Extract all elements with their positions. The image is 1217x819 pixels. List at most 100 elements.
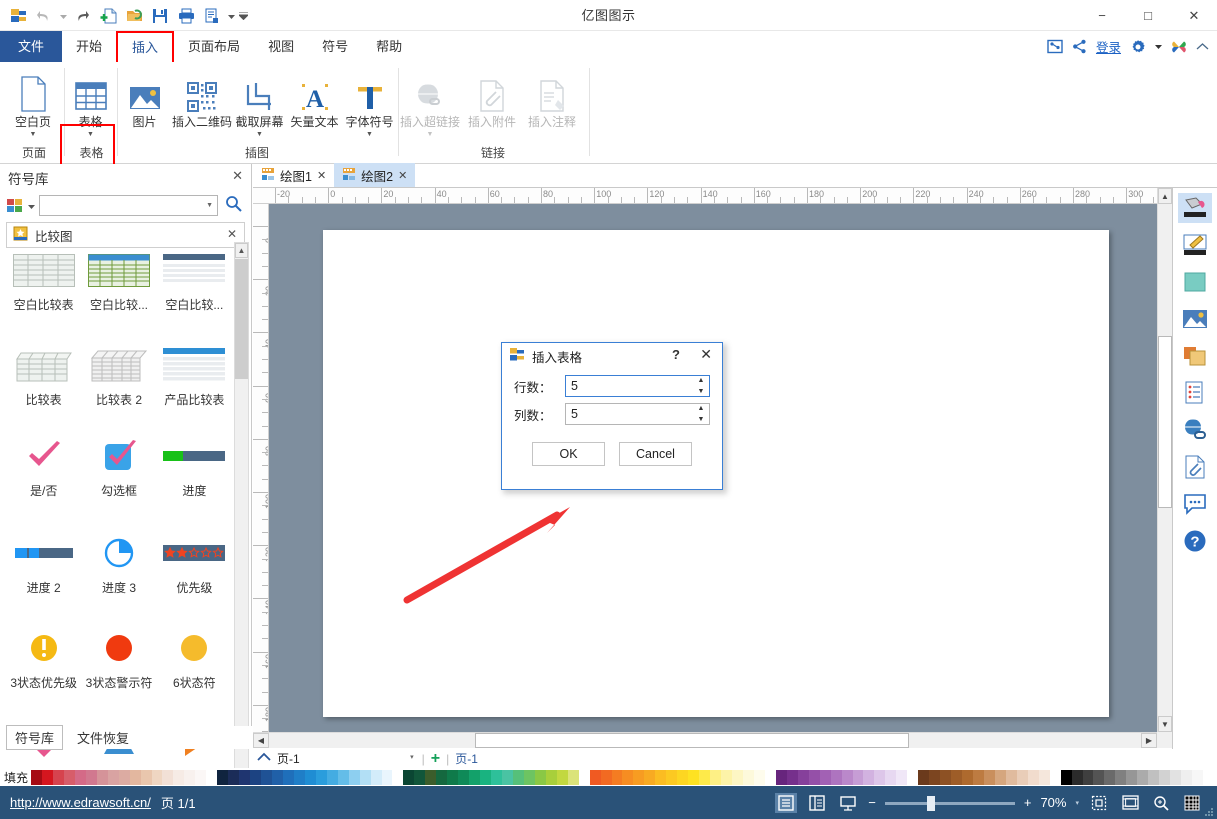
color-swatch[interactable] bbox=[392, 769, 404, 785]
library-category-icon[interactable] bbox=[6, 197, 24, 213]
dialog-close-icon[interactable]: ✕ bbox=[700, 346, 712, 363]
color-swatch[interactable] bbox=[721, 769, 733, 785]
fill-format-icon[interactable] bbox=[1178, 193, 1212, 223]
customize-qat-icon[interactable] bbox=[238, 5, 248, 28]
color-swatch[interactable] bbox=[359, 769, 371, 785]
color-swatch[interactable] bbox=[1181, 769, 1193, 785]
maximize-button[interactable]: □ bbox=[1125, 0, 1171, 31]
canvas-scroll-up-icon[interactable]: ▲ bbox=[1158, 188, 1172, 204]
canvas-vertical-scrollbar[interactable]: ▲ ▼ bbox=[1157, 188, 1172, 732]
color-swatch[interactable] bbox=[282, 769, 294, 785]
color-swatch[interactable] bbox=[74, 769, 86, 785]
shape-item[interactable]: 进度 3 bbox=[81, 527, 156, 596]
picture-panel-icon[interactable] bbox=[1178, 304, 1212, 334]
color-swatch[interactable] bbox=[447, 769, 459, 785]
color-swatch[interactable] bbox=[304, 769, 316, 785]
color-swatch[interactable] bbox=[742, 769, 754, 785]
color-swatch[interactable] bbox=[96, 769, 108, 785]
color-swatch[interactable] bbox=[863, 769, 875, 785]
color-swatch[interactable] bbox=[622, 769, 634, 785]
color-swatch[interactable] bbox=[808, 769, 820, 785]
color-swatch[interactable] bbox=[874, 769, 886, 785]
color-swatch[interactable] bbox=[611, 769, 623, 785]
columns-input[interactable]: 5 ▲ ▼ bbox=[564, 403, 710, 425]
minimize-button[interactable]: − bbox=[1079, 0, 1125, 31]
color-swatch[interactable] bbox=[962, 769, 973, 785]
shape-item[interactable]: 优先级 bbox=[157, 527, 232, 596]
shape-item[interactable]: 进度 bbox=[157, 430, 232, 499]
color-swatch[interactable] bbox=[699, 769, 711, 785]
scroll-up-arrow-icon[interactable]: ▲ bbox=[235, 243, 248, 258]
zoom-out-button[interactable]: − bbox=[868, 795, 876, 810]
shape-item[interactable]: 空白比较表 bbox=[6, 244, 81, 313]
horizontal-ruler[interactable]: -20 0 20 40 60 80 100 120 140 160 180 200 220 240 260 2… bbox=[253, 188, 1217, 204]
color-swatch[interactable] bbox=[885, 769, 897, 785]
undo-icon[interactable] bbox=[32, 5, 56, 28]
canvas-hscroll-thumb[interactable] bbox=[475, 733, 909, 748]
tab-help[interactable]: 帮助 bbox=[362, 31, 416, 62]
color-swatch[interactable] bbox=[370, 769, 382, 785]
tab-home[interactable]: 开始 bbox=[62, 31, 116, 62]
symbol-search-caret-icon[interactable]: ▼ bbox=[206, 202, 213, 209]
symbol-search-input[interactable]: ▼ bbox=[39, 194, 218, 216]
color-swatch[interactable] bbox=[644, 769, 656, 785]
export-icon[interactable] bbox=[200, 5, 224, 28]
color-swatch[interactable] bbox=[425, 769, 437, 785]
color-swatch[interactable] bbox=[1170, 769, 1182, 785]
save-icon[interactable] bbox=[148, 5, 172, 28]
color-swatch[interactable] bbox=[534, 769, 546, 785]
color-swatch[interactable] bbox=[118, 769, 130, 785]
color-swatch[interactable] bbox=[896, 769, 908, 785]
color-swatch[interactable] bbox=[1060, 769, 1072, 785]
color-swatch[interactable] bbox=[491, 769, 502, 785]
color-swatch[interactable] bbox=[852, 769, 864, 785]
print-icon[interactable] bbox=[174, 5, 198, 28]
color-swatch[interactable] bbox=[567, 769, 579, 785]
open-folder-icon[interactable] bbox=[122, 5, 146, 28]
add-page-button[interactable]: + bbox=[431, 750, 440, 766]
zoom-in-button[interactable]: + bbox=[1024, 795, 1032, 810]
page-select-caret-icon[interactable]: ▾ bbox=[410, 753, 414, 761]
shape-data-icon[interactable] bbox=[1178, 378, 1212, 408]
color-swatch[interactable] bbox=[666, 769, 678, 785]
edraw-website-link[interactable]: http://www.edrawsoft.cn/ bbox=[10, 795, 151, 810]
color-swatch[interactable] bbox=[228, 769, 240, 785]
color-swatch[interactable] bbox=[217, 769, 229, 785]
doc-tab-close-icon[interactable]: ✕ bbox=[398, 169, 407, 182]
color-swatch[interactable] bbox=[929, 769, 941, 785]
vector-text-button[interactable]: A 矢量文本 bbox=[287, 66, 342, 129]
hyperlink-panel-icon[interactable] bbox=[1178, 415, 1212, 445]
color-swatch[interactable] bbox=[983, 769, 995, 785]
color-swatch[interactable] bbox=[523, 769, 535, 785]
zoom-dropdown-caret-icon[interactable]: ▾ bbox=[1075, 799, 1079, 807]
font-symbol-caret-icon[interactable]: ▼ bbox=[366, 130, 373, 140]
doc-tab-close-icon[interactable]: ✕ bbox=[317, 169, 326, 182]
color-swatch[interactable] bbox=[173, 769, 185, 785]
color-swatch[interactable] bbox=[951, 769, 963, 785]
help-panel-icon[interactable]: ? bbox=[1178, 526, 1212, 556]
tab-page-layout[interactable]: 页面布局 bbox=[174, 31, 254, 62]
color-swatch[interactable] bbox=[1159, 769, 1171, 785]
color-swatch[interactable] bbox=[1192, 769, 1203, 785]
color-swatch[interactable] bbox=[261, 769, 272, 785]
color-swatch[interactable] bbox=[293, 769, 305, 785]
color-swatch[interactable] bbox=[195, 769, 207, 785]
color-swatch[interactable] bbox=[1027, 769, 1039, 785]
font-symbol-button[interactable]: 字体符号 ▼ bbox=[342, 66, 397, 140]
color-swatch[interactable] bbox=[556, 769, 568, 785]
color-swatch-strip[interactable] bbox=[31, 769, 1214, 785]
theme-color-icon[interactable] bbox=[1178, 267, 1212, 297]
color-swatch[interactable] bbox=[512, 769, 524, 785]
color-swatch[interactable] bbox=[239, 769, 251, 785]
edraw-logo-icon[interactable] bbox=[6, 5, 30, 28]
canvas-vscroll-thumb[interactable] bbox=[1158, 336, 1172, 508]
color-swatch[interactable] bbox=[994, 769, 1006, 785]
canvas-scroll-left-icon[interactable]: ◀ bbox=[253, 733, 269, 748]
ok-button[interactable]: OK bbox=[532, 442, 605, 466]
dialog-help-icon[interactable]: ? bbox=[672, 347, 680, 362]
color-swatch[interactable] bbox=[940, 769, 952, 785]
color-swatch[interactable] bbox=[633, 769, 645, 785]
color-swatch[interactable] bbox=[436, 769, 448, 785]
scroll-thumb[interactable] bbox=[235, 259, 248, 379]
tab-file[interactable]: 文件 bbox=[0, 31, 63, 62]
